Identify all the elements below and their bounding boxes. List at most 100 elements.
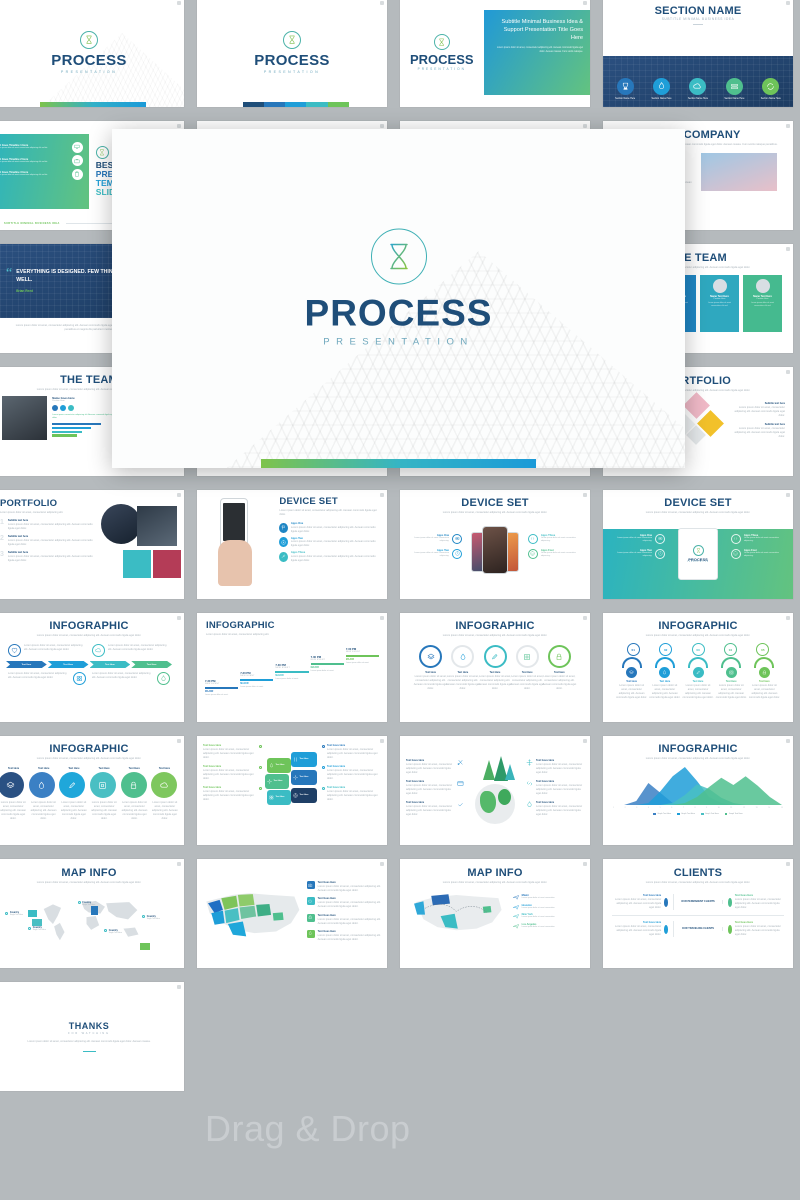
arrow-step[interactable]: Text Here [131,661,172,669]
arc-step[interactable]: Text Here Lorem ipsum dolor sit amet, con… [748,657,781,700]
arrow-step[interactable]: Text Here [6,661,47,669]
slide-thumbnail[interactable]: MAP INFO Lorem ipsum dolor sit amet, cons… [400,859,590,968]
skill-bar [52,434,78,437]
timeline-event[interactable]: 7.30 PM NEW EVENT MAJOR Lorem ipsum dolor s… [205,639,239,696]
slide-thumbnail[interactable]: INFOGRAPHIC Lorem ipsum dolor sit amet, c… [603,613,793,722]
bubble[interactable]: Text Here [267,790,291,805]
app-item[interactable]: Apps One Lorem ipsum dolor sit amet, cons… [279,522,380,534]
map-pin[interactable]: Country Single Text Here [77,901,95,906]
app-item[interactable]: Apps One Lorem ipsum dolor sit amet conse… [610,533,666,544]
app-item[interactable]: Apps Three Lorem ipsum dolor sit amet con… [730,533,786,544]
slide-thumbnail[interactable]: INFOGRAPHIC Lorem ipsum dolor sit amet, c… [400,613,590,722]
globe-left-item[interactable]: Text Goes Here Lorem ipsum dolor sit amet… [406,759,464,775]
section-item[interactable]: Section Name Here [719,77,750,101]
section-item[interactable]: Section Name Here [646,77,677,101]
globe-left-item[interactable]: Text Goes Here Lorem ipsum dolor sit amet… [406,780,464,796]
app-item[interactable]: Apps One Lorem ipsum dolor sit amet conse… [407,533,463,544]
slide-thumbnail[interactable]: MAP INFO Lorem ipsum dolor sit amet, cons… [0,859,184,968]
slide-thumbnail[interactable]: CLIENTS Lorem ipsum dolor sit amet, conse… [603,859,793,968]
bubble[interactable]: Text Here [291,770,317,785]
map-pin[interactable]: Country Single Text Here [5,911,23,916]
circle-step[interactable] [27,772,57,799]
bubble[interactable]: Text Here [291,788,317,803]
section-item[interactable]: Section Name Here [610,77,641,101]
slide-thumbnail[interactable]: Text Goes Here Lorem ipsum dolor sit amet… [197,859,387,968]
city-item[interactable]: New York Lorem ipsum dolor sit amet conse… [512,913,583,919]
slide-thumbnail[interactable]: PORTFOLIOLorem ipsum dolor sit amet, con… [0,490,184,599]
globe-right-item[interactable]: Text Goes Here Lorem ipsum dolor sit amet… [526,801,584,817]
item-label: Text Goes Here [406,758,425,762]
slide-thumbnail[interactable]: INFOGRAPHIC Lorem ipsum dolor sit amet, c… [603,736,793,845]
slide-thumbnail[interactable]: Text Goes Here Lorem ipsum dolor sit amet… [400,736,590,845]
app-item[interactable]: Apps Two Lorem ipsum dolor sit amet, cons… [279,537,380,549]
portfolio-item[interactable]: 3 Subtitle text here Lorem ipsum dolor sit… [0,551,96,563]
slide-thumbnail[interactable]: DEVICE SET Lorem ipsum dolor sit amet, co… [603,490,793,599]
section-item[interactable]: Section Name Here [755,77,786,101]
arc-step[interactable]: Text Here Lorem ipsum dolor sit amet, con… [715,657,748,700]
slide-thumbnail[interactable]: PROCESS PRESENTATION Subtitle Minimal Busi… [400,0,590,107]
slide-thumbnail[interactable]: Text Goes Here Lorem ipsum dolor sit amet… [197,736,387,845]
bubble-left-item[interactable]: Text Goes Here Lorem ipsum dolor sit amet… [203,786,262,802]
app-item[interactable]: Apps Three Lorem ipsum dolor sit amet con… [527,533,583,544]
city-item[interactable]: Miami Lorem ipsum dolor sit amet consecte… [512,894,583,900]
portfolio-item[interactable]: 1 Subtitle text here Lorem ipsum dolor sit… [0,519,96,531]
panel-item: Text Goes Timeline 2 HereLorem ipsum dol… [0,155,83,167]
bubble[interactable]: Text Here [291,752,317,767]
timeline-event[interactable]: 7.30 PM NEW EVENT MAJOR Lorem ipsum dolor s… [345,639,380,664]
slide-thumbnail[interactable]: DEVICE SET Lorem ipsum dolor sit amet, co… [197,490,387,599]
slide-thumbnail[interactable]: INFOGRAPHIC Lorem ipsum dolor sit amet, c… [0,613,184,722]
slide-thumbnail[interactable]: SECTION NAME SUBTITLE MINIMAL BUSINESS ID… [603,0,793,107]
globe-right-item[interactable]: Text Goes Here Lorem ipsum dolor sit amet… [526,759,584,775]
ring-step[interactable]: Text Here Lorem ipsum dolor sit amet, con… [541,645,578,691]
circle-step[interactable] [119,772,149,799]
timeline-event[interactable]: 7.30 PM NEW EVENT MAJOR Lorem ipsum dolor s… [275,639,309,680]
slide-thumbnail[interactable]: PROCESS PRESENTATION [0,0,184,107]
app-item[interactable]: Apps Four Lorem ipsum dolor sit amet cons… [730,548,786,559]
map-legend-item[interactable]: Text Goes Here Lorem ipsum dolor sit amet… [306,881,381,893]
map-pin[interactable]: Country Single Text Here [142,915,160,920]
circle-step[interactable] [88,772,118,799]
move-icon [526,759,533,766]
circle-step[interactable] [57,772,87,799]
city-item[interactable]: Los Angeles Lorem ipsum dolor sit amet co… [512,923,583,929]
bubble-right-item[interactable]: Text Goes Here Lorem ipsum dolor sit amet… [322,786,381,802]
slide-thumbnail[interactable]: PROCESS PRESENTATION [197,0,387,107]
circle-step[interactable] [149,772,179,799]
arc-step[interactable]: Text Here Lorem ipsum dolor sit amet, con… [615,657,648,700]
map-pin[interactable]: Country Single Text Here [104,929,122,934]
map-legend-item[interactable]: Text Goes Here Lorem ipsum dolor sit amet… [306,913,381,926]
timeline-event[interactable]: 7.30 PM NEW EVENT MAJOR Lorem ipsum dolor s… [310,639,344,672]
bubble[interactable]: Text Here [267,758,291,773]
arc-step[interactable]: Text Here Lorem ipsum dolor sit amet, con… [681,657,714,700]
map-legend-item[interactable]: Text Goes Here Lorem ipsum dolor sit amet… [306,897,381,909]
arc-step[interactable]: Text Here Lorem ipsum dolor sit amet, con… [648,657,681,700]
circle-step[interactable] [0,772,26,799]
app-item[interactable]: Apps Two Lorem ipsum dolor sit amet conse… [407,548,463,559]
arrow-step[interactable]: Text Here [47,661,89,669]
app-item[interactable]: Apps Three Lorem ipsum dolor sit amet, co… [279,551,380,563]
globe-left-item[interactable]: Text Goes Here Lorem ipsum dolor sit amet… [406,801,464,817]
bubble-left-item[interactable]: Text Goes Here Lorem ipsum dolor sit amet… [203,744,262,760]
photo-collage[interactable] [99,498,184,599]
featured-slide-overlay[interactable]: PROCESS PRESENTATION [112,129,685,468]
slide-thumbnail[interactable]: DEVICE SET Lorem ipsum dolor sit amet, co… [400,490,590,599]
bubble-right-item[interactable]: Text Goes Here Lorem ipsum dolor sit amet… [322,765,381,781]
bubble[interactable]: Text Here [265,774,289,789]
map-legend-item[interactable]: Text Goes Here Lorem ipsum dolor sit amet… [306,929,381,942]
team-card[interactable]: Name Text HerePosition HereLorem ipsum d… [700,275,739,333]
city-item[interactable]: Houston Lorem ipsum dolor sit amet consec… [512,904,583,910]
slide-thumbnail[interactable]: THANKS FOR WATCHING Lorem ipsum dolor sit … [0,982,184,1091]
slide-thumbnail[interactable]: INFOGRAPHIC Lorem ipsum dolor sit amet, c… [0,736,184,845]
bubble-left-item[interactable]: Text Goes Here Lorem ipsum dolor sit amet… [203,765,262,781]
team-card[interactable]: Name Text HerePosition HereLorem ipsum d… [743,275,782,333]
section-item[interactable]: Section Name Here [683,77,714,101]
arrow-step[interactable]: Text Here [89,661,131,669]
slide-thumbnail[interactable]: INFOGRAPHIC Lorem ipsum dolor sit amet, c… [197,613,387,722]
app-item[interactable]: Apps Two Lorem ipsum dolor sit amet conse… [610,548,666,559]
app-item[interactable]: Apps Four Lorem ipsum dolor sit amet cons… [527,548,583,559]
timeline-event[interactable]: 7.30 PM NEW EVENT MAJOR Lorem ipsum dolor s… [240,639,274,688]
map-pin[interactable]: Country Single Text Here [28,926,46,931]
globe-right-item[interactable]: Text Goes Here Lorem ipsum dolor sit amet… [526,780,584,796]
portfolio-item[interactable]: 2 Subtitle text here Lorem ipsum dolor sit… [0,535,96,547]
bubble-right-item[interactable]: Text Goes Here Lorem ipsum dolor sit amet… [322,744,381,760]
